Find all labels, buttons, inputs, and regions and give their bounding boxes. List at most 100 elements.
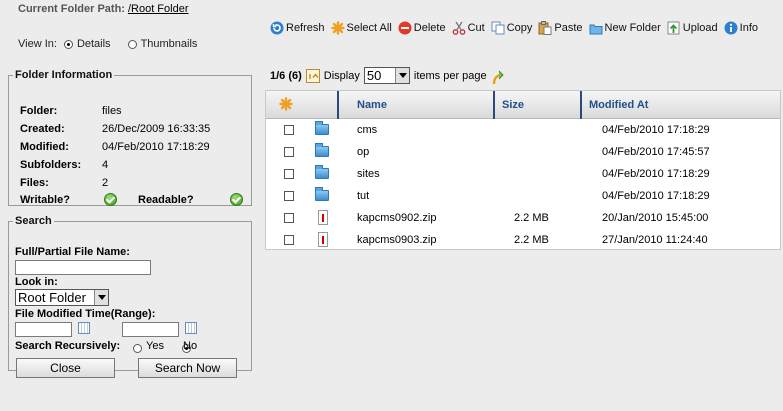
recursive-no-label: No	[183, 340, 198, 352]
table-row[interactable]: kapcms0903.zip 2.2 MB 27/Jan/2010 11:24:40	[266, 229, 780, 251]
recursive-yes-label: Yes	[146, 340, 164, 352]
row-checkbox[interactable]	[284, 125, 294, 135]
zip-file-icon	[318, 210, 328, 225]
size-column-header[interactable]: Size	[502, 91, 524, 119]
look-in-select[interactable]: Root Folder	[15, 289, 109, 306]
table-row[interactable]: kapcms0902.zip 2.2 MB 20/Jan/2010 15:45:00	[266, 207, 780, 229]
calendar-icon[interactable]	[78, 322, 90, 334]
close-button[interactable]: Close	[16, 358, 115, 378]
path-link[interactable]: /Root Folder	[128, 3, 189, 15]
select-all-button[interactable]: Select All	[330, 21, 392, 35]
first-page-icon[interactable]	[305, 68, 320, 83]
writable-label: Writable?	[20, 194, 70, 206]
info-button[interactable]: Info	[724, 21, 758, 35]
path-label: Current Folder Path:	[18, 3, 125, 15]
writable-row: Writable?	[20, 194, 70, 206]
modified-value: 04/Feb/2010 17:18:29	[102, 141, 210, 153]
new-folder-button[interactable]: New Folder	[589, 21, 661, 35]
file-name[interactable]: cms	[357, 119, 377, 141]
upload-label: Upload	[682, 22, 718, 34]
delete-label: Delete	[413, 22, 446, 34]
recursive-label: Search Recursively:	[15, 340, 121, 352]
readable-label: Readable?	[138, 194, 194, 206]
look-in-value: Root Folder	[18, 290, 86, 305]
details-label: Details	[76, 38, 111, 50]
search-now-button[interactable]: Search Now	[138, 358, 237, 378]
refresh-label: Refresh	[286, 22, 325, 34]
modified-column-header[interactable]: Modified At	[589, 91, 648, 119]
file-list-header: Name Size Modified At	[266, 91, 780, 119]
file-name-label: Full/Partial File Name:	[15, 246, 130, 258]
select-all-column-icon[interactable]	[279, 97, 293, 114]
file-name[interactable]: tut	[357, 185, 369, 207]
table-row[interactable]: cms 04/Feb/2010 17:18:29	[266, 119, 780, 141]
row-checkbox[interactable]	[284, 191, 294, 201]
folder-icon	[315, 121, 329, 135]
file-name-input[interactable]	[15, 260, 151, 275]
view-mode-selector: View In: Details Thumbnails	[18, 38, 197, 50]
per-page-suffix: items per page	[413, 69, 487, 82]
column-divider	[493, 91, 495, 119]
look-in-label: Look in:	[15, 276, 58, 288]
cut-button[interactable]: Cut	[452, 21, 485, 35]
row-checkbox[interactable]	[284, 235, 294, 245]
date-from-input[interactable]	[15, 322, 72, 337]
folder-information-panel: Folder Information Folder: files Created…	[8, 69, 252, 206]
paging-summary: 1/6 (6)	[270, 69, 302, 82]
row-checkbox[interactable]	[284, 147, 294, 157]
display-label: Display	[323, 69, 360, 82]
folder-row: Folder:	[20, 105, 57, 117]
table-row[interactable]: tut 04/Feb/2010 17:18:29	[266, 185, 780, 207]
paste-button[interactable]: Paste	[538, 21, 583, 35]
subfolders-row: Subfolders:	[20, 159, 81, 171]
row-checkbox[interactable]	[284, 213, 294, 223]
file-name[interactable]: kapcms0902.zip	[357, 207, 437, 229]
folder-label: Folder:	[20, 105, 58, 117]
per-page-select[interactable]: 50	[363, 67, 410, 84]
created-value: 26/Dec/2009 16:33:35	[102, 123, 211, 135]
folder-information-title: Folder Information	[15, 69, 113, 81]
toolbar: Refresh Select All Delete Cut Copy Paste	[270, 20, 764, 36]
file-name[interactable]: sites	[357, 163, 380, 185]
subfolders-value: 4	[102, 159, 109, 171]
per-page-value: 50	[366, 68, 382, 83]
refresh-button[interactable]: Refresh	[270, 21, 325, 35]
date-to-input[interactable]	[122, 322, 179, 337]
table-row[interactable]: op 04/Feb/2010 17:45:57	[266, 141, 780, 163]
go-arrow-icon[interactable]	[491, 69, 505, 84]
search-panel: Search Full/Partial File Name: Look in: …	[8, 215, 252, 378]
copy-button[interactable]: Copy	[491, 21, 532, 35]
select-all-icon	[330, 21, 345, 35]
search-title: Search	[15, 215, 52, 227]
copy-icon	[491, 21, 505, 35]
upload-button[interactable]: Upload	[667, 21, 718, 35]
table-row[interactable]: sites 04/Feb/2010 17:18:29	[266, 163, 780, 185]
delete-button[interactable]: Delete	[398, 21, 446, 35]
file-list: Name Size Modified At cms 04/Feb/2010 17:…	[265, 90, 781, 250]
modified-range-label: File Modified Time(Range):	[15, 308, 156, 320]
delete-icon	[398, 21, 412, 35]
files-label: Files:	[20, 177, 49, 189]
file-modified: 04/Feb/2010 17:45:57	[602, 146, 710, 158]
details-radio[interactable]	[63, 39, 73, 49]
modified-label: Modified:	[20, 141, 69, 153]
row-checkbox[interactable]	[284, 169, 294, 179]
file-modified: 20/Jan/2010 15:45:00	[602, 212, 709, 224]
recursive-yes-radio[interactable]	[133, 343, 142, 353]
name-column-header[interactable]: Name	[357, 91, 387, 119]
file-size: 2.2 MB	[514, 212, 549, 224]
subfolders-label: Subfolders:	[20, 159, 82, 171]
file-name[interactable]: op	[357, 141, 369, 163]
file-size: 2.2 MB	[514, 234, 549, 246]
info-icon	[724, 21, 738, 35]
thumbnails-label: Thumbnails	[140, 38, 198, 50]
file-name[interactable]: kapcms0903.zip	[357, 229, 437, 251]
thumbnails-radio[interactable]	[127, 39, 137, 49]
current-folder-path: Current Folder Path:/Root Folder	[18, 3, 188, 15]
created-row: Created:	[20, 123, 65, 135]
view-in-label: View In:	[18, 38, 57, 50]
modified-row: Modified:	[20, 141, 69, 153]
calendar-icon[interactable]	[185, 322, 197, 334]
readable-check-icon	[230, 193, 244, 206]
file-modified: 04/Feb/2010 17:18:29	[602, 124, 710, 136]
